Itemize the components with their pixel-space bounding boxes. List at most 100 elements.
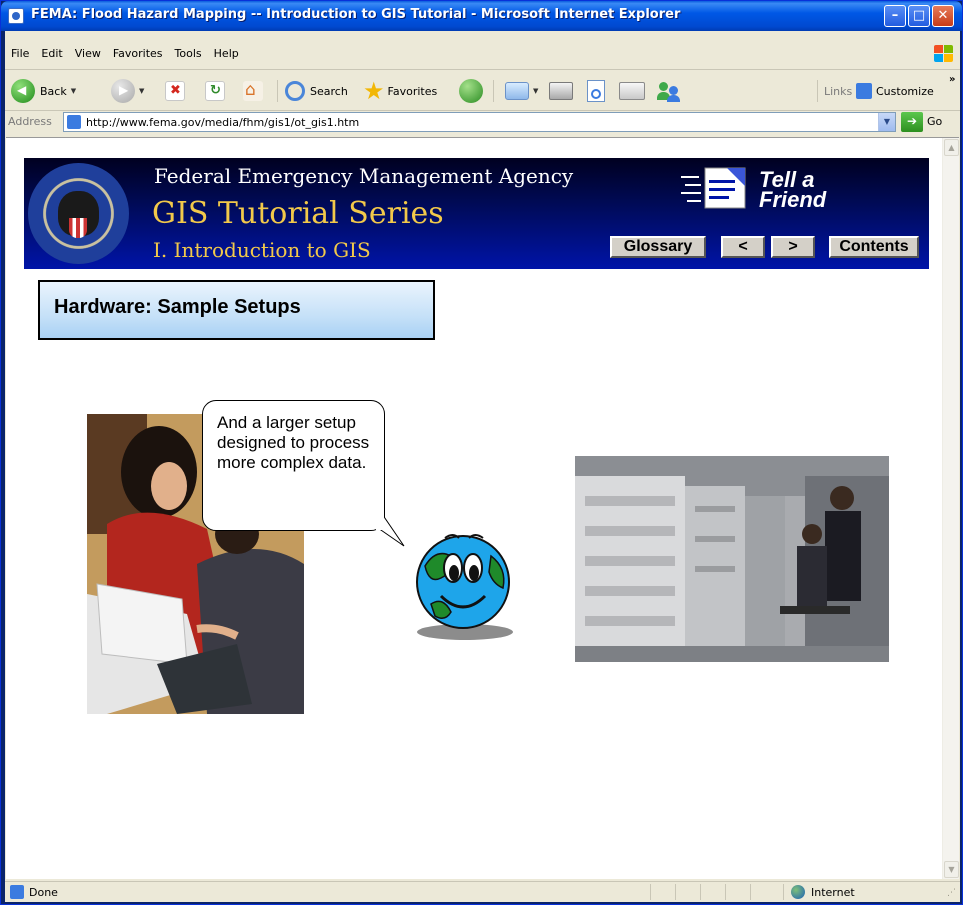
refresh-button[interactable]: ↻ <box>205 78 225 104</box>
forward-button[interactable]: ▼ <box>111 78 144 104</box>
menu-favorites[interactable]: Favorites <box>107 43 169 64</box>
browser-window: FEMA: Flood Hazard Mapping -- Introducti… <box>0 0 963 905</box>
chevron-down-icon[interactable]: ▼ <box>71 87 76 95</box>
page-viewport: Federal Emergency Management Agency GIS … <box>6 137 959 879</box>
toolbar-separator <box>277 80 278 102</box>
status-divider <box>700 884 701 900</box>
security-zone: Internet <box>811 886 855 899</box>
status-divider <box>675 884 676 900</box>
speech-bubble-tail <box>376 508 405 547</box>
home-icon: ⌂ <box>243 80 263 101</box>
resize-grip-icon[interactable]: ⋰ <box>947 888 956 898</box>
minimize-button[interactable]: – <box>884 5 906 27</box>
chevron-down-icon[interactable]: ▼ <box>139 87 144 95</box>
toolbar-overflow-icon[interactable]: » <box>949 74 955 85</box>
links-label[interactable]: Links <box>824 78 852 104</box>
toolbar-separator <box>493 80 494 102</box>
address-input[interactable]: http://www.fema.gov/media/fhm/gis1/ot_gi… <box>63 112 896 132</box>
document-icon <box>587 80 605 102</box>
discuss-icon <box>619 82 645 100</box>
tell-a-friend-envelope-icon[interactable] <box>679 166 751 212</box>
go-arrow-icon[interactable]: ➔ <box>901 112 923 132</box>
section-title: Hardware: Sample Setups <box>54 296 301 318</box>
edit-button[interactable] <box>587 78 605 104</box>
search-button[interactable]: Search <box>285 78 348 104</box>
menu-edit[interactable]: Edit <box>35 43 68 64</box>
status-divider <box>750 884 751 900</box>
print-button[interactable] <box>549 78 573 104</box>
favorites-button[interactable]: ★ Favorites <box>363 78 437 104</box>
bubble-text: And a larger setup designed to process m… <box>217 413 370 472</box>
maximize-button[interactable]: □ <box>908 5 930 27</box>
windows-logo-icon <box>934 45 954 63</box>
messenger-button[interactable] <box>657 78 681 104</box>
messenger-icon <box>657 80 681 102</box>
printer-icon <box>549 82 573 100</box>
contents-button[interactable]: Contents <box>829 236 919 258</box>
forward-arrow-icon <box>111 79 135 103</box>
fema-banner: Federal Emergency Management Agency GIS … <box>24 158 929 269</box>
mail-button[interactable]: ▼ <box>505 78 538 104</box>
stop-icon: ✖ <box>165 81 185 101</box>
discuss-button[interactable] <box>619 78 645 104</box>
window-title: FEMA: Flood Hazard Mapping -- Introducti… <box>31 7 681 22</box>
status-divider <box>783 884 784 900</box>
ie-page-icon <box>8 8 24 24</box>
vertical-scrollbar[interactable]: ▲ ▼ <box>942 138 959 879</box>
mail-icon <box>505 82 529 100</box>
menu-divider <box>5 69 960 70</box>
browser-client: FileEditViewFavoritesToolsHelp Back ▼ ▼ … <box>5 31 960 902</box>
favorites-star-icon: ★ <box>363 77 385 105</box>
menu-help[interactable]: Help <box>208 43 245 64</box>
back-button[interactable]: Back ▼ <box>11 78 76 104</box>
ie-page-icon <box>10 885 24 899</box>
menu-view[interactable]: View <box>69 43 107 64</box>
internet-globe-icon <box>791 885 805 899</box>
address-bar: Address http://www.fema.gov/media/fhm/gi… <box>5 111 960 133</box>
globe-mascot-icon <box>416 534 513 640</box>
favorites-label: Favorites <box>387 84 438 98</box>
section-heading-box: Hardware: Sample Setups <box>38 280 435 340</box>
status-divider <box>725 884 726 900</box>
address-label: Address <box>8 115 52 128</box>
stop-button[interactable]: ✖ <box>165 78 185 104</box>
status-text: Done <box>29 886 58 899</box>
menu-file[interactable]: File <box>5 43 35 64</box>
refresh-icon: ↻ <box>205 81 225 101</box>
back-label: Back <box>40 84 67 98</box>
search-label: Search <box>310 84 348 98</box>
shield-emblem <box>69 218 87 238</box>
back-arrow-icon <box>11 79 35 103</box>
toolbar-separator <box>817 80 818 102</box>
go-button[interactable]: Go <box>927 115 942 128</box>
scroll-down-icon[interactable]: ▼ <box>944 861 959 878</box>
scroll-up-icon[interactable]: ▲ <box>944 139 959 156</box>
chevron-down-icon[interactable]: ▼ <box>878 113 895 131</box>
ie-page-icon <box>856 83 872 99</box>
server-room-photo <box>575 456 889 662</box>
tell-a-friend-link[interactable]: Tell a Friend <box>759 169 826 211</box>
search-icon <box>285 81 305 101</box>
customize-link[interactable]: Customize <box>856 78 934 104</box>
standard-toolbar: Back ▼ ▼ ✖ ↻ ⌂ Search ★ Fav <box>5 72 960 110</box>
customize-label: Customize <box>876 84 934 98</box>
next-button[interactable]: > <box>771 236 815 258</box>
chevron-down-icon[interactable]: ▼ <box>533 87 538 95</box>
agency-name: Federal Emergency Management Agency <box>154 164 574 188</box>
home-button[interactable]: ⌂ <box>243 78 263 104</box>
history-icon <box>459 79 483 103</box>
address-url[interactable]: http://www.fema.gov/media/fhm/gis1/ot_gi… <box>86 116 359 129</box>
status-divider <box>650 884 651 900</box>
close-button[interactable]: ✕ <box>932 5 954 27</box>
title-bar: FEMA: Flood Hazard Mapping -- Introducti… <box>1 1 962 31</box>
menu-tools[interactable]: Tools <box>169 43 208 64</box>
history-button[interactable] <box>459 78 483 104</box>
previous-button[interactable]: < <box>721 236 765 258</box>
menu-bar: File Edit View Favorites Tools Help <box>5 43 960 65</box>
status-bar: Done Internet ⋰ <box>5 881 960 902</box>
glossary-button[interactable]: Glossary <box>610 236 706 258</box>
module-title: I. Introduction to GIS <box>153 238 371 262</box>
series-title: GIS Tutorial Series <box>152 196 444 231</box>
speech-bubble: And a larger setup designed to process m… <box>202 400 385 531</box>
ie-page-icon <box>67 115 81 129</box>
